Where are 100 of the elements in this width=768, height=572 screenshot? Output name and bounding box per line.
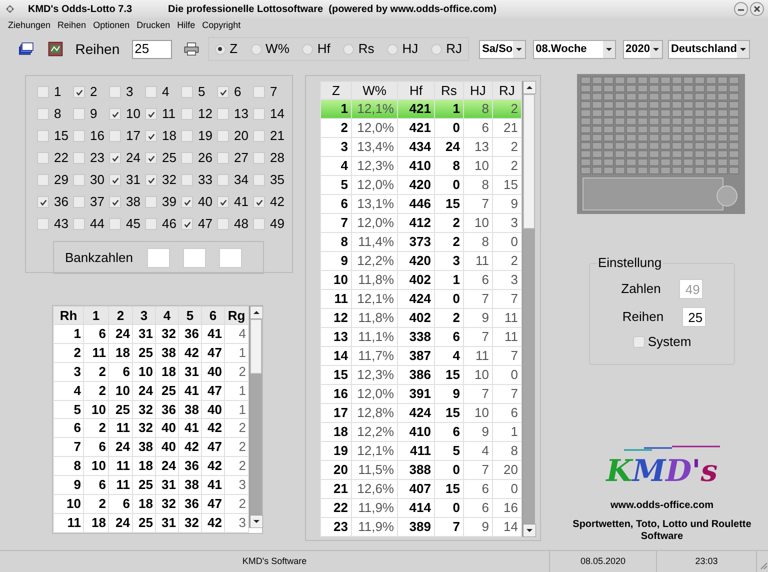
checkbox[interactable] — [253, 174, 265, 186]
checkbox[interactable] — [145, 152, 157, 164]
column-header[interactable]: 5 — [178, 306, 202, 324]
column-header[interactable]: Rh — [54, 306, 84, 324]
checkbox[interactable] — [73, 218, 85, 230]
scroll-down-button[interactable] — [523, 524, 536, 537]
radio-button[interactable] — [387, 44, 398, 54]
column-header[interactable]: 3 — [132, 306, 156, 324]
checkbox[interactable] — [217, 130, 229, 142]
menu-item[interactable]: Optionen — [93, 19, 130, 33]
column-header[interactable]: 1 — [84, 306, 108, 324]
checkbox[interactable] — [37, 108, 49, 120]
menu-item[interactable]: Drucken — [136, 19, 170, 33]
checkbox[interactable] — [253, 218, 265, 230]
checkbox[interactable] — [145, 174, 157, 186]
checkbox[interactable] — [37, 86, 49, 98]
checkbox[interactable] — [37, 196, 49, 208]
checkbox[interactable] — [181, 196, 193, 208]
checkbox[interactable] — [181, 152, 193, 164]
table-row[interactable]: 8 11,4% 373 2 8 0 — [320, 232, 522, 252]
close-button[interactable] — [750, 2, 764, 16]
checkbox[interactable] — [253, 86, 265, 98]
dropdown[interactable]: Deutschland — [668, 40, 750, 58]
checkbox[interactable] — [109, 174, 121, 186]
menu-item[interactable]: Reihen — [58, 19, 86, 33]
checkbox[interactable] — [73, 86, 85, 98]
radio-button[interactable] — [250, 44, 262, 54]
checkbox[interactable] — [109, 218, 121, 230]
scroll-up-button[interactable] — [523, 81, 536, 94]
checkbox[interactable] — [37, 152, 49, 164]
table-row[interactable]: 17 12,8% 424 15 10 6 — [320, 404, 522, 423]
sort-option[interactable]: W% — [250, 39, 290, 59]
dropdown[interactable]: Sa/So — [479, 40, 526, 58]
scrollbar[interactable] — [249, 306, 262, 528]
sort-option[interactable]: Rs — [343, 39, 374, 59]
checkbox[interactable] — [109, 196, 121, 208]
checkbox[interactable] — [181, 86, 193, 98]
column-header[interactable]: Rs — [434, 82, 464, 100]
bank-number-field[interactable] — [182, 248, 206, 268]
checkbox[interactable] — [73, 196, 85, 208]
table-row[interactable]: 21 12,6% 407 15 6 0 — [320, 479, 522, 498]
column-header[interactable]: Rg — [224, 306, 248, 324]
radio-button[interactable] — [302, 44, 314, 54]
table-row[interactable]: 22 11,9% 414 0 6 16 — [320, 498, 522, 518]
column-header[interactable]: 2 — [108, 306, 132, 324]
table-row[interactable]: 5 12,0% 420 0 8 15 — [320, 176, 522, 195]
column-header[interactable]: W% — [352, 82, 398, 100]
table-row[interactable]: 13 11,1% 338 6 7 11 — [320, 328, 522, 347]
checkbox[interactable] — [217, 108, 229, 120]
checkbox[interactable] — [181, 130, 193, 142]
table-row[interactable]: 2 12,0% 421 0 6 21 — [320, 118, 522, 138]
table-row[interactable]: 23 11,9% 389 7 9 14 — [320, 517, 522, 536]
checkbox[interactable] — [217, 218, 229, 230]
checkbox[interactable] — [145, 108, 157, 120]
checkbox[interactable] — [109, 86, 121, 98]
table-row[interactable]: 20 11,5% 388 0 7 20 — [320, 460, 522, 480]
checkbox[interactable] — [181, 218, 193, 230]
table-row[interactable]: 11 12,1% 424 0 7 7 — [320, 290, 522, 309]
website-link[interactable]: www.odds-office.com — [610, 498, 714, 513]
scroll-thumb[interactable] — [523, 94, 535, 229]
column-header[interactable]: 6 — [202, 306, 224, 324]
checkbox[interactable] — [253, 130, 265, 142]
radio-button[interactable] — [214, 44, 226, 54]
resize-grip-icon[interactable] — [758, 560, 768, 570]
checkbox[interactable] — [73, 174, 85, 186]
radio-button[interactable] — [431, 44, 442, 54]
checkbox[interactable] — [145, 196, 157, 208]
table-row[interactable]: 3 13,4% 434 24 13 2 — [320, 138, 522, 157]
checkbox[interactable] — [109, 130, 121, 142]
table-row[interactable]: 16 12,0% 391 9 7 7 — [320, 384, 522, 404]
table-row[interactable]: 4 12,3% 410 8 10 2 — [320, 156, 522, 176]
checkbox[interactable] — [73, 152, 85, 164]
scroll-thumb[interactable] — [250, 319, 262, 374]
scrollbar[interactable] — [522, 81, 535, 537]
minimize-button[interactable] — [734, 2, 748, 16]
checkbox[interactable] — [217, 86, 229, 98]
table-row[interactable]: 15 12,3% 386 15 10 0 — [320, 366, 522, 385]
checkbox[interactable] — [181, 108, 193, 120]
dropdown[interactable]: 08.Woche — [532, 40, 616, 58]
menu-item[interactable]: Copyright — [202, 19, 241, 33]
table-row[interactable]: 18 12,2% 410 6 9 1 — [320, 422, 522, 442]
table-row[interactable]: 6 13,1% 446 15 7 9 — [320, 194, 522, 214]
checkbox[interactable] — [109, 108, 121, 120]
bank-number-field[interactable] — [146, 248, 170, 268]
checkbox[interactable] — [253, 196, 265, 208]
table-row[interactable]: 1 12,1% 421 1 8 2 — [320, 100, 522, 119]
scroll-down-button[interactable] — [250, 515, 263, 528]
checkbox[interactable] — [181, 174, 193, 186]
column-header[interactable]: Hf — [398, 82, 434, 100]
checkbox[interactable] — [632, 336, 645, 348]
checkbox[interactable] — [217, 152, 229, 164]
radio-button[interactable] — [343, 44, 354, 54]
checkbox[interactable] — [253, 152, 265, 164]
table-row[interactable]: 10 11,8% 402 1 6 3 — [320, 270, 522, 290]
checkbox[interactable] — [109, 152, 121, 164]
reihen-input[interactable]: 25 — [682, 307, 706, 327]
checkbox[interactable] — [37, 130, 49, 142]
table-row[interactable]: 19 12,1% 411 5 4 8 — [320, 442, 522, 460]
column-header[interactable]: Z — [320, 82, 352, 100]
checkbox[interactable] — [73, 108, 85, 120]
